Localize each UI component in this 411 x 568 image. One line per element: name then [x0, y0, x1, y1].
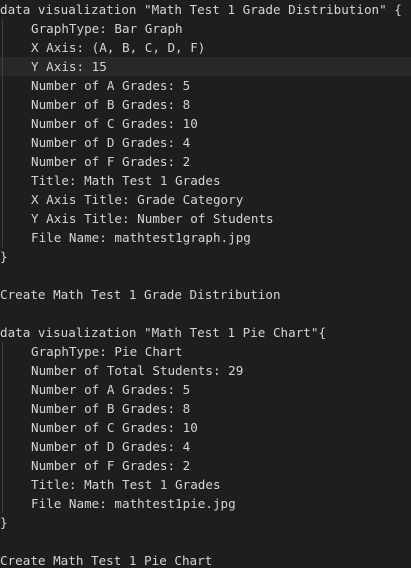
code-line[interactable]: Number of C Grades: 10: [0, 114, 411, 133]
code-line-text: Number of C Grades: 10: [31, 420, 198, 435]
code-line[interactable]: Number of D Grades: 4: [0, 133, 411, 152]
indent-guide: [2, 361, 3, 380]
code-line-text: GraphType: Pie Chart: [31, 344, 183, 359]
indent-guide: [2, 133, 3, 152]
code-line-blank[interactable]: [0, 532, 411, 551]
code-line[interactable]: Number of F Grades: 2: [0, 456, 411, 475]
code-line[interactable]: Number of B Grades: 8: [0, 95, 411, 114]
indent-guide: [2, 342, 3, 361]
code-line[interactable]: data visualization "Math Test 1 Grade Di…: [0, 0, 411, 19]
code-line[interactable]: }: [0, 513, 411, 532]
code-line[interactable]: File Name: mathtest1graph.jpg: [0, 228, 411, 247]
code-line[interactable]: data visualization "Math Test 1 Pie Char…: [0, 323, 411, 342]
code-line[interactable]: Title: Math Test 1 Grades: [0, 171, 411, 190]
code-line-text: Title: Math Test 1 Grades: [31, 173, 221, 188]
indent-guide: [2, 418, 3, 437]
code-line-text: Number of F Grades: 2: [31, 458, 191, 473]
code-line-text: Number of B Grades: 8: [31, 401, 191, 416]
code-line-text: Number of A Grades: 5: [31, 382, 191, 397]
indent-guide: [2, 494, 3, 513]
code-line[interactable]: File Name: mathtest1pie.jpg: [0, 494, 411, 513]
code-line-text: Number of Total Students: 29: [31, 363, 244, 378]
indent-guide: [2, 475, 3, 494]
code-line-text: Y Axis: 15: [31, 59, 107, 74]
indent-guide: [2, 399, 3, 418]
code-line-active[interactable]: Y Axis: 15: [0, 57, 411, 76]
code-line-text: Number of F Grades: 2: [31, 154, 191, 169]
indent-guide: [2, 209, 3, 228]
code-line-text: Title: Math Test 1 Grades: [31, 477, 221, 492]
code-line-text: Number of D Grades: 4: [31, 135, 191, 150]
code-line[interactable]: Create Math Test 1 Grade Distribution: [0, 285, 411, 304]
code-line-text: X Axis Title: Grade Category: [31, 192, 244, 207]
indent-guide: [2, 380, 3, 399]
code-line[interactable]: Number of A Grades: 5: [0, 380, 411, 399]
code-line-text: Y Axis Title: Number of Students: [31, 211, 274, 226]
indent-guide: [2, 57, 3, 76]
code-line[interactable]: GraphType: Bar Graph: [0, 19, 411, 38]
code-line-text: File Name: mathtest1pie.jpg: [31, 496, 236, 511]
code-line[interactable]: Number of B Grades: 8: [0, 399, 411, 418]
indent-guide: [2, 114, 3, 133]
code-line-text: Number of B Grades: 8: [31, 97, 191, 112]
code-line-blank[interactable]: [0, 266, 411, 285]
code-line[interactable]: X Axis Title: Grade Category: [0, 190, 411, 209]
code-line-text: X Axis: (A, B, C, D, F): [31, 40, 206, 55]
indent-guide: [2, 437, 3, 456]
indent-guide: [2, 76, 3, 95]
code-line[interactable]: Create Math Test 1 Pie Chart: [0, 551, 411, 568]
indent-guide: [2, 456, 3, 475]
code-line-text: Number of D Grades: 4: [31, 439, 191, 454]
code-line[interactable]: Number of Total Students: 29: [0, 361, 411, 380]
code-line[interactable]: Number of A Grades: 5: [0, 76, 411, 95]
code-line-text: Number of C Grades: 10: [31, 116, 198, 131]
code-line[interactable]: Number of C Grades: 10: [0, 418, 411, 437]
indent-guide: [2, 19, 3, 38]
indent-guide: [2, 190, 3, 209]
indent-guide: [2, 95, 3, 114]
indent-guide: [2, 171, 3, 190]
code-line-text: File Name: mathtest1graph.jpg: [31, 230, 251, 245]
code-editor[interactable]: data visualization "Math Test 1 Grade Di…: [0, 0, 411, 568]
indent-guide: [2, 228, 3, 247]
indent-guide: [2, 38, 3, 57]
code-line-blank[interactable]: [0, 304, 411, 323]
code-line[interactable]: }: [0, 247, 411, 266]
code-line[interactable]: Number of D Grades: 4: [0, 437, 411, 456]
code-line[interactable]: Title: Math Test 1 Grades: [0, 475, 411, 494]
indent-guide: [2, 152, 3, 171]
code-line-text: Number of A Grades: 5: [31, 78, 191, 93]
code-line[interactable]: GraphType: Pie Chart: [0, 342, 411, 361]
code-line-text: GraphType: Bar Graph: [31, 21, 183, 36]
code-line[interactable]: X Axis: (A, B, C, D, F): [0, 38, 411, 57]
code-line[interactable]: Number of F Grades: 2: [0, 152, 411, 171]
code-line[interactable]: Y Axis Title: Number of Students: [0, 209, 411, 228]
